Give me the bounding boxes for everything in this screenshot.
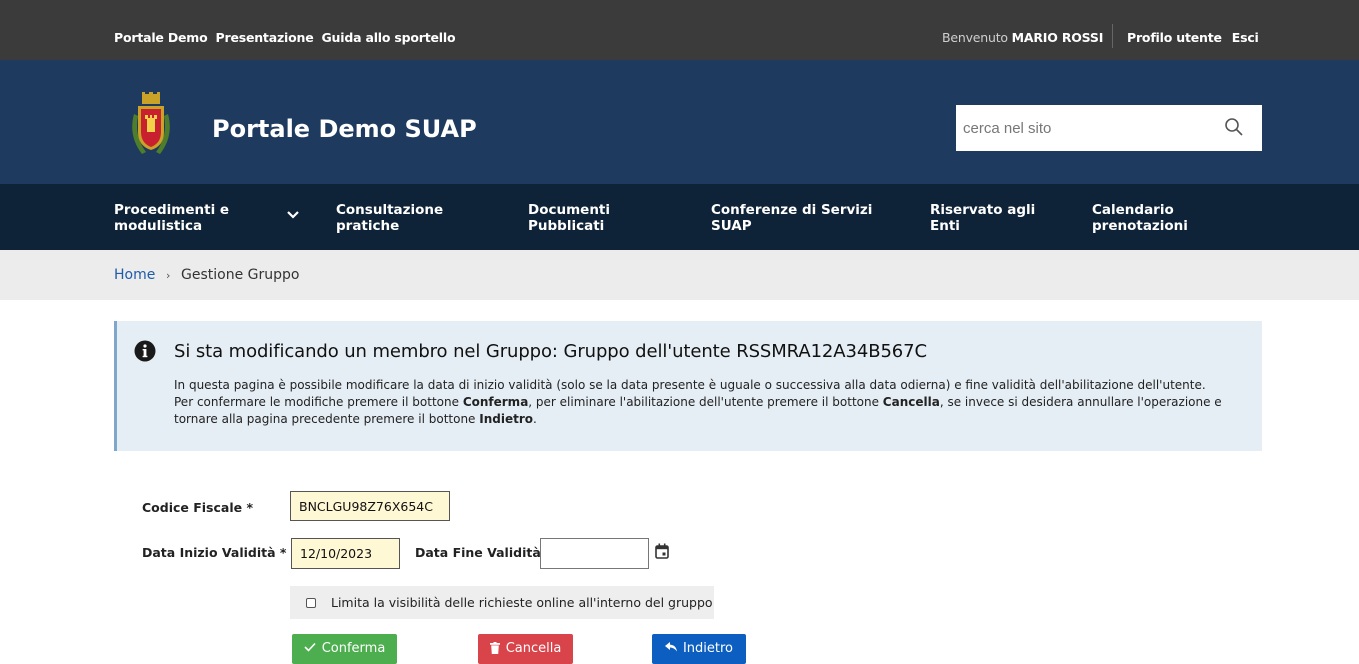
codice-fiscale-field[interactable]: BNCLGU98Z76X654C [290, 491, 450, 521]
check-icon [304, 642, 316, 652]
delete-button-label: Cancella [505, 641, 562, 656]
nav-item-riservato[interactable]: Riservato agli Enti [930, 202, 1035, 234]
reply-arrow-icon [664, 642, 677, 652]
nav-label: Procedimenti e [114, 202, 230, 218]
search-box [956, 105, 1262, 151]
info-body: In questa pagina è possibile modificare … [174, 377, 1259, 428]
top-link-guida[interactable]: Guida allo sportello [321, 30, 455, 45]
search-icon[interactable] [1224, 117, 1244, 137]
nav-label: prenotazioni [1092, 218, 1188, 234]
user-name: MARIO ROSSI [1011, 30, 1104, 45]
welcome-prefix: Benvenuto [942, 30, 1008, 45]
nav-label: Consultazione [336, 202, 444, 218]
info-line: Per confermare le modifiche premere il b… [174, 395, 1222, 409]
top-link-presentazione[interactable]: Presentazione [216, 30, 314, 45]
nav-label: Conferenze di Servizi [711, 202, 873, 218]
nav-item-documenti[interactable]: Documenti Pubblicati [528, 202, 610, 234]
info-title: Si sta modificando un membro nel Gruppo:… [174, 341, 927, 362]
top-divider [1112, 24, 1113, 48]
confirm-button[interactable]: Conferma [292, 634, 397, 664]
visibility-checkbox-label: Limita la visibilità delle richieste onl… [331, 595, 713, 610]
breadcrumb-current: Gestione Gruppo [181, 267, 300, 283]
trash-icon [489, 642, 500, 654]
nav-item-calendario[interactable]: Calendario prenotazioni [1092, 202, 1188, 234]
calendar-icon[interactable] [655, 543, 669, 559]
nav-item-conferenze[interactable]: Conferenze di Servizi SUAP [711, 202, 872, 234]
data-fine-field[interactable] [540, 538, 649, 569]
visibility-checkbox[interactable] [306, 598, 316, 608]
nav-label: Riservato agli [930, 202, 1036, 218]
main-nav: Procedimenti e modulistica Consultazione… [0, 184, 1359, 250]
data-inizio-label: Data Inizio Validità * [142, 545, 287, 560]
nav-label: Documenti [528, 202, 611, 218]
profile-link[interactable]: Profilo utente [1127, 30, 1222, 45]
welcome-text: Benvenuto MARIO ROSSI [942, 30, 1103, 45]
info-line: In questa pagina è possibile modificare … [174, 378, 1206, 392]
info-icon [134, 340, 156, 362]
site-title[interactable]: Portale Demo SUAP [212, 115, 477, 143]
nav-label: Enti [930, 218, 960, 234]
nav-label: modulistica [114, 218, 203, 234]
city-crest-icon[interactable] [128, 92, 174, 160]
back-button-label: Indietro [682, 641, 734, 656]
logout-link[interactable]: Esci [1232, 30, 1259, 45]
codice-fiscale-label: Codice Fiscale * [142, 500, 253, 515]
site-header: Portale Demo SUAP [0, 60, 1359, 184]
nav-label: pratiche [336, 218, 400, 234]
top-bar: Portale Demo Presentazione Guida allo sp… [0, 0, 1359, 60]
back-button[interactable]: Indietro [652, 634, 746, 664]
top-link-portale-demo[interactable]: Portale Demo [114, 30, 208, 45]
breadcrumb-separator: › [166, 269, 171, 282]
user-links: Profilo utente Esci [1127, 30, 1259, 45]
nav-item-consultazione[interactable]: Consultazione pratiche [336, 202, 443, 234]
top-links: Portale Demo Presentazione Guida allo sp… [114, 30, 456, 45]
visibility-checkbox-row[interactable]: Limita la visibilità delle richieste onl… [290, 586, 714, 619]
search-input[interactable] [963, 119, 1213, 137]
info-box: Si sta modificando un membro nel Gruppo:… [114, 321, 1262, 451]
nav-label: Pubblicati [528, 218, 605, 234]
breadcrumb-home-link[interactable]: Home [114, 267, 155, 283]
breadcrumb: Home › Gestione Gruppo [0, 250, 1359, 300]
confirm-button-label: Conferma [321, 641, 386, 656]
nav-label: SUAP [711, 218, 752, 234]
delete-button[interactable]: Cancella [478, 634, 573, 664]
nav-item-procedimenti[interactable]: Procedimenti e modulistica [114, 202, 229, 234]
data-inizio-field[interactable]: 12/10/2023 [291, 538, 400, 569]
nav-label: Calendario [1092, 202, 1174, 218]
info-line: tornare alla pagina precedente premere i… [174, 412, 537, 426]
data-fine-label: Data Fine Validità [415, 545, 541, 560]
chevron-down-icon[interactable] [286, 210, 300, 220]
